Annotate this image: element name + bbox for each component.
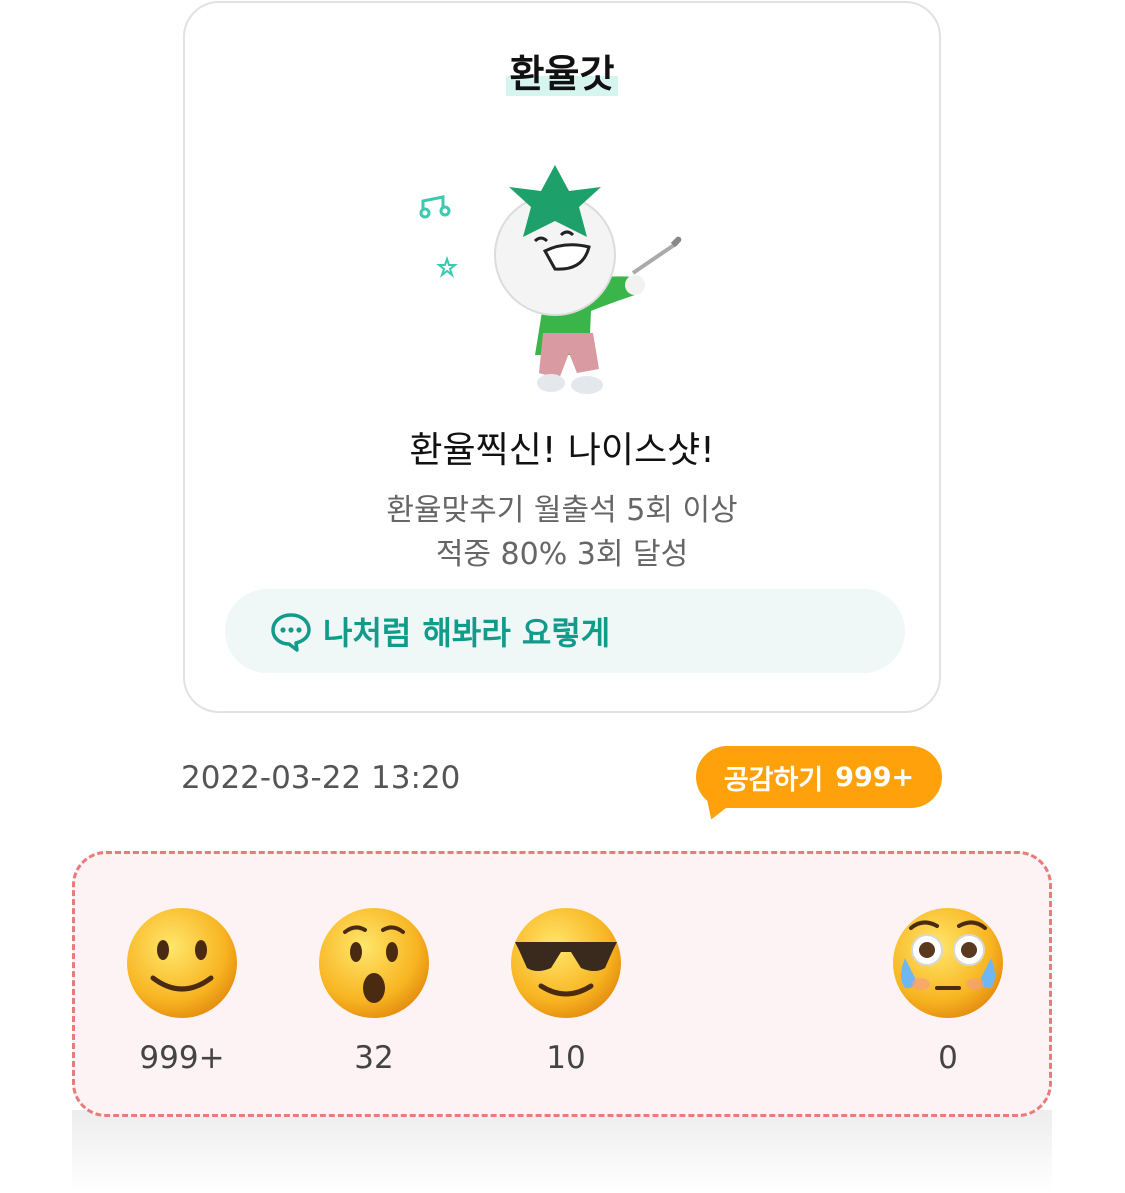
golfer-character-illustration	[419, 165, 682, 394]
reaction-surprised[interactable]: 32	[317, 906, 431, 1076]
reaction-cool-count: 10	[546, 1040, 586, 1076]
sunglasses-emoji-icon	[511, 908, 621, 1018]
badge-desc-line2: 적중 80% 3회 달성	[435, 537, 689, 572]
react-count: 999+	[835, 761, 915, 793]
smile-emoji-icon	[127, 908, 237, 1018]
badge-headline: 환율찍신! 나이스샷!	[409, 430, 715, 471]
reaction-smile[interactable]: 999+	[125, 906, 239, 1076]
post-datetime: 2022-03-22 13:20	[181, 760, 461, 796]
reaction-cool[interactable]: 10	[509, 906, 623, 1076]
reaction-surprised-count: 32	[354, 1040, 394, 1076]
react-label: 공감하기	[723, 764, 824, 796]
reaction-smile-count: 999+	[139, 1040, 225, 1076]
chat-bubble-icon	[271, 613, 311, 652]
surprised-emoji-icon	[319, 908, 429, 1018]
badge-desc-line1: 환율맞추기 월출석 5회 이상	[386, 493, 738, 528]
share-button[interactable]: 나처럼 해봐라 요렇게	[225, 589, 905, 673]
reaction-crying[interactable]: 0	[891, 906, 1005, 1076]
badge-title: 환율갓	[505, 52, 619, 96]
reaction-crying-count: 0	[938, 1040, 958, 1076]
badge-card: 환율갓 환율찍신! 나이스샷! 환율맞추기 월출석 5회 이상 적중 80% 3…	[183, 1, 941, 713]
react-button[interactable]: 공감하기 999+	[696, 746, 942, 823]
reaction-panel: 999+ 32 10 0	[72, 851, 1052, 1117]
share-button-label: 나처럼 해봐라 요렇게	[323, 614, 611, 652]
crying-emoji-icon	[893, 908, 1003, 1018]
